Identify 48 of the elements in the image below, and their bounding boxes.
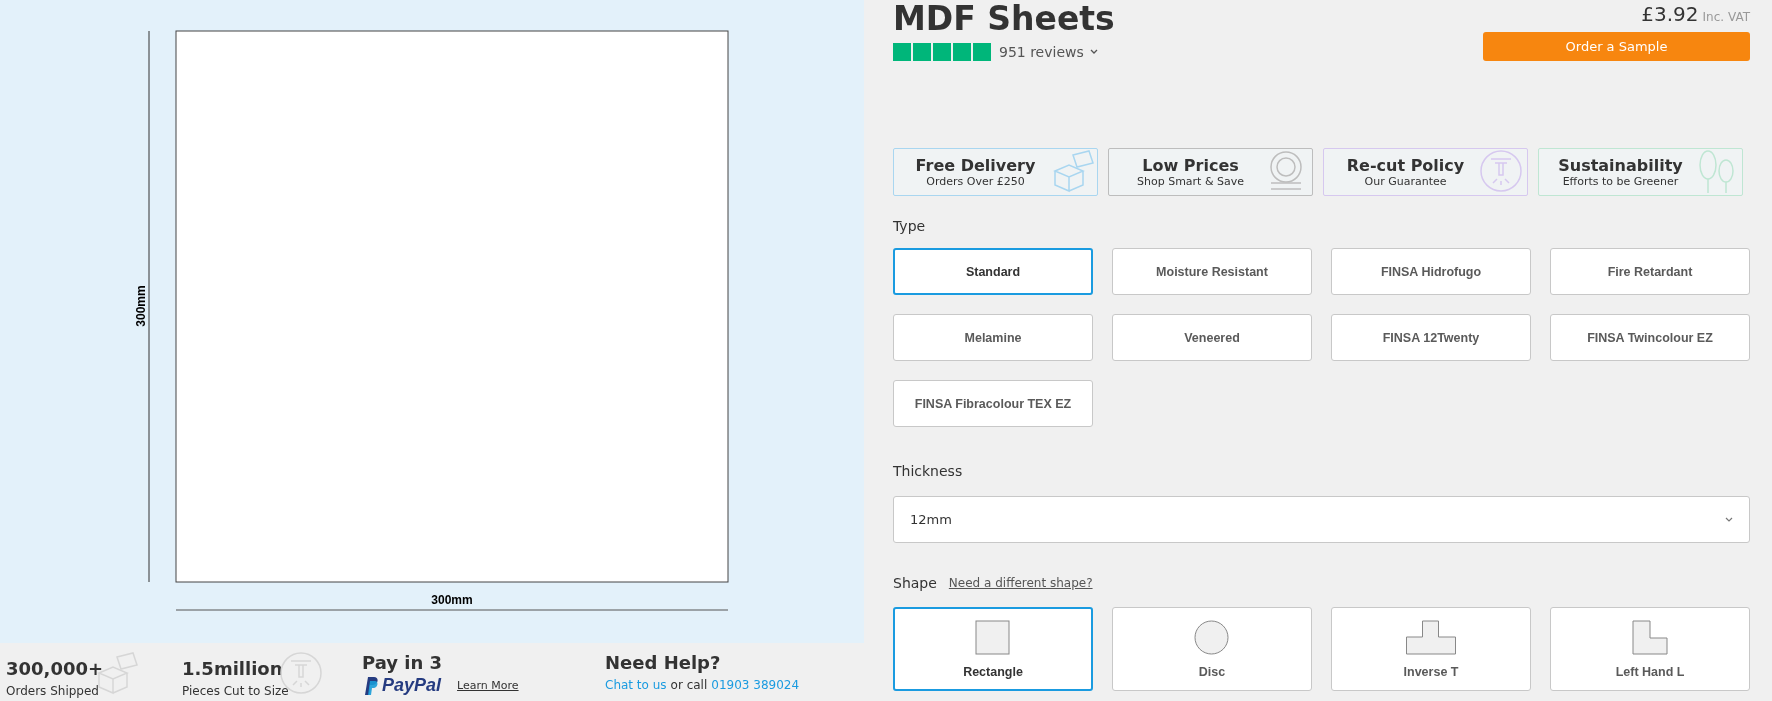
type-option[interactable]: Veneered xyxy=(1112,314,1312,361)
width-label: 300mm xyxy=(431,593,473,607)
section-label: Thickness xyxy=(893,462,964,481)
section-label: Shape xyxy=(893,574,937,593)
type-option[interactable]: FINSA Fibracolour TEX EZ xyxy=(893,380,1093,427)
stat-value: 1.5million xyxy=(182,657,284,681)
price-note: Inc. VAT xyxy=(1702,10,1750,24)
shape-option[interactable]: Disc xyxy=(1112,607,1312,691)
rectangle-icon xyxy=(975,619,1011,655)
thickness-select[interactable]: 12mm xyxy=(893,496,1750,543)
feature-subtitle: Efforts to be Greener xyxy=(1561,174,1680,189)
paypal-logo-icon xyxy=(362,675,378,696)
feature-title: Low Prices xyxy=(1141,155,1240,175)
product-title: MDF Sheets xyxy=(893,0,1115,38)
circle-icon xyxy=(1194,619,1230,655)
stat-label: Orders Shipped xyxy=(6,683,100,700)
l-shape-icon xyxy=(1632,619,1668,655)
type-option[interactable]: FINSA Hidrofugo xyxy=(1331,248,1531,295)
pay-title: Pay in 3 xyxy=(362,651,443,675)
type-option[interactable]: FINSA Twincolour EZ xyxy=(1550,314,1750,361)
type-option[interactable]: Fire Retardant xyxy=(1550,248,1750,295)
feature-title: Sustainability xyxy=(1557,155,1684,175)
different-shape-link[interactable]: Need a different shape? xyxy=(948,576,1093,590)
feature-title: Re-cut Policy xyxy=(1345,155,1466,175)
section-label: Type xyxy=(893,217,927,236)
type-option[interactable]: Moisture Resistant xyxy=(1112,248,1312,295)
stat-label: Pieces Cut to Size xyxy=(182,683,289,700)
shape-option[interactable]: Left Hand L xyxy=(1550,607,1750,691)
type-option[interactable]: Melamine xyxy=(893,314,1093,361)
chevron-down-icon xyxy=(1725,516,1733,523)
feature-subtitle: Shop Smart & Save xyxy=(1136,174,1245,189)
type-option[interactable]: Standard xyxy=(893,248,1093,295)
stat-value: 300,000+ xyxy=(6,657,104,681)
feature-subtitle: Our Guarantee xyxy=(1363,174,1448,189)
reviews-button[interactable]: 951 reviews xyxy=(999,44,1098,60)
price: £3.92 xyxy=(1641,2,1699,26)
inverse-t-icon xyxy=(1405,619,1457,655)
learn-more-link[interactable]: Learn More xyxy=(457,679,519,692)
feature-title: Free Delivery xyxy=(914,155,1037,175)
shape-option[interactable]: Inverse T xyxy=(1331,607,1531,691)
shape-option[interactable]: Rectangle xyxy=(893,607,1093,691)
help-text: or call xyxy=(670,678,708,692)
feature-subtitle: Orders Over £250 xyxy=(925,174,1026,189)
type-option[interactable]: FINSA 12Twenty xyxy=(1331,314,1531,361)
height-label: 300mm xyxy=(134,285,148,327)
paypal-wordmark: PayPal xyxy=(382,675,442,696)
chevron-down-icon xyxy=(1089,49,1098,55)
help-title: Need Help? xyxy=(605,651,721,675)
